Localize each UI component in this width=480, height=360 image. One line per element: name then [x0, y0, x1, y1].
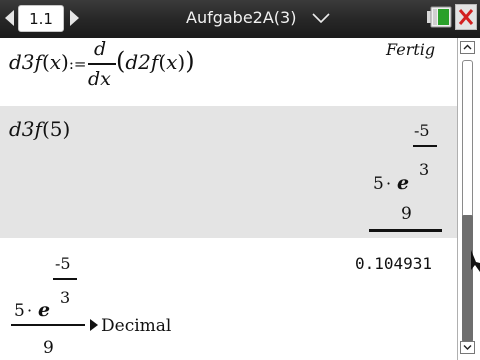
paren: (	[41, 117, 50, 141]
history-entry-selected[interactable]: d3f(5) -5 3 5 · e	[0, 106, 457, 238]
scroll-up-button[interactable]	[460, 41, 475, 54]
function-arg: 5	[49, 117, 63, 141]
multiply-dot: ·	[386, 174, 392, 193]
previous-page-arrow-icon[interactable]	[5, 10, 14, 26]
paren: )	[185, 47, 195, 75]
history-entry[interactable]: -5 3 5 · e 9 Decimal 0.104931	[0, 238, 457, 360]
convert-arrow-icon	[90, 319, 98, 331]
paren: (	[158, 50, 167, 74]
exponent-denominator: 3	[419, 160, 430, 179]
exponent-numerator: -5	[55, 254, 71, 273]
mouse-pointer-icon	[471, 250, 480, 272]
derivative-fraction-bar	[88, 63, 116, 65]
euler-e: e	[397, 172, 410, 194]
exponent-fraction-bar	[413, 145, 437, 147]
exponent-fraction-bar	[53, 278, 77, 280]
next-page-arrow-icon[interactable]	[70, 10, 79, 26]
scrollbar-thumb[interactable]	[462, 215, 473, 342]
result-fraction-bar	[369, 230, 442, 232]
function-name: d3f	[9, 117, 42, 141]
inner-function-arg: x	[166, 50, 178, 74]
paren: )	[62, 117, 71, 141]
paren: (	[116, 47, 126, 75]
vertical-scrollbar[interactable]	[457, 38, 480, 360]
evaluation-expression: d3f(5)	[9, 117, 70, 141]
exponent-numerator: -5	[414, 121, 430, 140]
chevron-down-icon[interactable]	[312, 13, 330, 23]
result-text: Fertig	[386, 40, 436, 59]
coefficient: 5	[14, 301, 25, 321]
result-value: 0.104931	[355, 254, 433, 273]
derivative-denominator: dx	[88, 68, 111, 90]
result-denominator: 9	[401, 204, 412, 224]
input-fraction-bar	[11, 324, 85, 326]
history-entry[interactable]: d3f(x):= d dx (d2f(x)) Fertig	[0, 38, 457, 106]
close-button[interactable]	[455, 4, 477, 30]
close-icon	[458, 9, 474, 25]
derivative-numerator: d	[94, 38, 107, 60]
calculator-history[interactable]: d3f(x):= d dx (d2f(x)) Fertig d3f(5) -5 …	[0, 38, 457, 360]
input-denominator: 9	[43, 338, 54, 358]
function-arg: x	[49, 50, 62, 74]
exponent-denominator: 3	[60, 288, 71, 307]
definition-expression: d3f(x):=	[9, 50, 86, 74]
document-title[interactable]: Aufgabe2A(3)	[186, 8, 308, 27]
inner-function-name: d2f	[125, 50, 159, 74]
derivative-argument: (d2f(x))	[116, 47, 195, 75]
paren: (	[41, 50, 50, 74]
page-tab[interactable]: 1.1	[18, 5, 64, 32]
paren: )	[61, 50, 69, 74]
multiply-dot: ·	[27, 301, 33, 320]
function-name: d3f	[9, 50, 42, 74]
chevron-down-icon	[463, 345, 472, 350]
coefficient: 5	[373, 174, 384, 194]
scroll-down-button[interactable]	[460, 341, 475, 354]
command-name: Decimal	[101, 316, 172, 336]
page-tab-label: 1.1	[29, 10, 53, 28]
title-bar: 1.1 Aufgabe2A(3)	[0, 0, 480, 38]
assign-operator: :=	[68, 55, 87, 73]
euler-e: e	[38, 299, 51, 321]
chevron-up-icon	[463, 44, 472, 50]
battery-icon	[427, 6, 452, 28]
